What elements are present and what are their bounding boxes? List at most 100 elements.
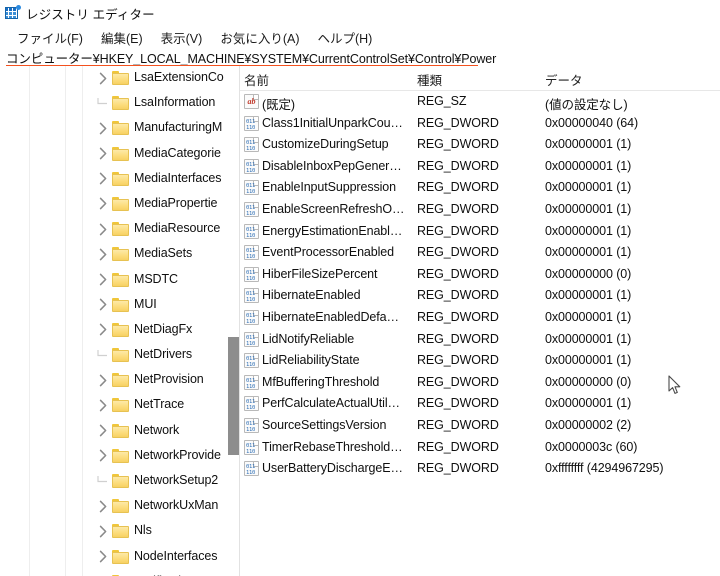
tree-item-label: MediaCategorie bbox=[134, 145, 221, 160]
chevron-right-icon[interactable] bbox=[95, 423, 111, 439]
registry-editor-window: レジストリ エディター ファイル(F) 編集(E) 表示(V) お気に入り(A)… bbox=[0, 0, 720, 576]
chevron-right-icon[interactable] bbox=[95, 397, 111, 413]
column-header-data[interactable]: データ bbox=[545, 70, 583, 89]
tree-item-label: MSDTC bbox=[134, 271, 178, 286]
table-row[interactable]: 011 110 LidReliabilityState REG_DWORD 0x0000… bbox=[240, 350, 720, 372]
table-row[interactable]: 011 110 UserBatteryDischargeE… REG_DWORD 0xf… bbox=[240, 458, 720, 480]
chevron-right-icon[interactable] bbox=[95, 549, 111, 565]
chevron-right-icon[interactable] bbox=[95, 322, 111, 338]
value-data-cell: 0xffffffff (4294967295) bbox=[545, 461, 664, 476]
column-header-type[interactable]: 種類 bbox=[417, 70, 442, 89]
table-row[interactable]: 011 110 TimerRebaseThreshold… REG_DWORD 0x00… bbox=[240, 437, 720, 459]
tree-item-mediasets[interactable]: MediaSets bbox=[0, 242, 238, 267]
reg-dword-icon: 011 110 bbox=[244, 309, 259, 325]
value-name-cell: HibernateEnabledDefa… bbox=[262, 309, 399, 324]
value-type-cell: REG_DWORD bbox=[417, 180, 499, 195]
chevron-right-icon[interactable] bbox=[95, 146, 111, 162]
tree-item-label: NetDiagFx bbox=[134, 321, 193, 336]
table-row[interactable]: 011 110 LidNotifyReliable REG_DWORD 0x000000… bbox=[240, 329, 720, 351]
tree-item-network[interactable]: Network bbox=[0, 419, 238, 444]
chevron-right-icon[interactable] bbox=[95, 297, 111, 313]
value-data-cell: 0x00000001 (1) bbox=[545, 158, 632, 173]
tree-item-label: NetworkSetup2 bbox=[134, 473, 219, 487]
column-header-name[interactable]: 名前 bbox=[244, 70, 269, 89]
tree-item-netdiagfx[interactable]: NetDiagFx bbox=[0, 318, 238, 343]
registry-editor-icon bbox=[4, 4, 21, 21]
table-row[interactable]: 011 110 CustomizeDuringSetup REG_DWORD 0x000… bbox=[240, 134, 720, 156]
window-title: レジストリ エディター bbox=[26, 7, 155, 22]
table-row[interactable]: 011 110 EnableInputSuppression REG_DWORD 0x0… bbox=[240, 177, 720, 199]
reg-dword-icon: 011 110 bbox=[244, 223, 259, 239]
menu-item-favorites[interactable]: お気に入り(A) bbox=[211, 27, 308, 48]
folder-icon bbox=[112, 96, 129, 111]
tree-item-mediapropertie[interactable]: MediaPropertie bbox=[0, 192, 238, 217]
registry-tree-pane: LsaExtensionCo LsaInformation Manufacturin… bbox=[0, 66, 238, 576]
reg-dword-icon: 011 110 bbox=[244, 245, 259, 261]
tree-item-manufacturingm[interactable]: ManufacturingM bbox=[0, 116, 238, 141]
folder-icon bbox=[112, 196, 129, 211]
tree-item-lsainformation[interactable]: LsaInformation bbox=[0, 91, 238, 116]
chevron-right-icon[interactable] bbox=[95, 171, 111, 187]
chevron-right-icon[interactable] bbox=[95, 448, 111, 464]
table-row[interactable]: 011 110 EnergyEstimationEnabl… REG_DWORD 0x0… bbox=[240, 221, 720, 243]
tree-item-networkprovide[interactable]: NetworkProvide bbox=[0, 444, 238, 469]
chevron-right-icon[interactable] bbox=[95, 120, 111, 136]
reg-dword-icon: 011 110 bbox=[244, 331, 259, 347]
table-row[interactable]: 011 110 EventProcessorEnabled REG_DWORD 0x00… bbox=[240, 242, 720, 264]
value-type-cell: REG_DWORD bbox=[417, 374, 499, 389]
table-row[interactable]: 011 110 SourceSettingsVersion REG_DWORD 0x00… bbox=[240, 415, 720, 437]
tree-item-mediainterfaces[interactable]: MediaInterfaces bbox=[0, 167, 238, 192]
tree-item-lsaextensionco[interactable]: LsaExtensionCo bbox=[0, 66, 238, 91]
menu-item-help[interactable]: ヘルプ(H) bbox=[308, 27, 381, 48]
table-row[interactable]: 011 110 HibernateEnabledDefa… REG_DWORD 0x00… bbox=[240, 307, 720, 329]
tree-item-networksetup2[interactable]: NetworkSetup2 bbox=[0, 469, 238, 494]
scrollbar-thumb[interactable] bbox=[228, 337, 239, 455]
menu-item-edit[interactable]: 編集(E) bbox=[92, 27, 152, 48]
address-bar[interactable]: コンピューター¥HKEY_LOCAL_MACHINE¥SYSTEM¥Curren… bbox=[0, 48, 720, 68]
tree-item-mediacategorie[interactable]: MediaCategorie bbox=[0, 142, 238, 167]
chevron-right-icon[interactable] bbox=[95, 70, 111, 86]
tree-item-netprovision[interactable]: NetProvision bbox=[0, 368, 238, 393]
chevron-right-icon[interactable] bbox=[95, 221, 111, 237]
tree-item-nettrace[interactable]: NetTrace bbox=[0, 393, 238, 418]
chevron-right-icon[interactable] bbox=[95, 246, 111, 262]
tree-item-nodeinterfaces[interactable]: NodeInterfaces bbox=[0, 545, 238, 570]
menu-bar: ファイル(F) 編集(E) 表示(V) お気に入り(A) ヘルプ(H) bbox=[0, 26, 720, 48]
value-type-cell: REG_DWORD bbox=[417, 137, 499, 152]
table-row[interactable]: 011 110 HibernateEnabled REG_DWORD 0x0000000… bbox=[240, 285, 720, 307]
chevron-right-icon[interactable] bbox=[95, 272, 111, 288]
menu-item-file[interactable]: ファイル(F) bbox=[8, 27, 92, 48]
value-data-cell: (値の設定なし) bbox=[545, 98, 628, 112]
value-type-cell: REG_DWORD bbox=[417, 461, 499, 476]
value-data-cell: 0x00000001 (1) bbox=[545, 331, 632, 346]
tree-vertical-scrollbar[interactable] bbox=[226, 66, 239, 576]
table-row[interactable]: 011 110 EnableScreenRefreshO… REG_DWORD 0x00… bbox=[240, 199, 720, 221]
value-type-cell: REG_DWORD bbox=[417, 288, 499, 303]
table-row[interactable]: ab (既定) REG_SZ (値の設定なし) bbox=[240, 91, 720, 113]
tree-item-netdrivers[interactable]: NetDrivers bbox=[0, 343, 238, 368]
folder-icon bbox=[112, 222, 129, 237]
tree-item-mui[interactable]: MUI bbox=[0, 293, 238, 318]
value-type-cell: REG_DWORD bbox=[417, 309, 499, 324]
tree-item-label: MediaInterfaces bbox=[134, 170, 222, 185]
tree-item-mediaresource[interactable]: MediaResource bbox=[0, 217, 238, 242]
table-row[interactable]: 011 110 MfBufferingThreshold REG_DWORD 0x000… bbox=[240, 372, 720, 394]
registry-tree[interactable]: LsaExtensionCo LsaInformation Manufacturin… bbox=[0, 66, 238, 576]
chevron-right-icon[interactable] bbox=[95, 498, 111, 514]
tree-item-msdtc[interactable]: MSDTC bbox=[0, 268, 238, 293]
value-data-cell: 0x00000001 (1) bbox=[545, 137, 632, 152]
table-row[interactable]: 011 110 HiberFileSizePercent REG_DWORD 0x000… bbox=[240, 264, 720, 286]
menu-item-view[interactable]: 表示(V) bbox=[152, 27, 212, 48]
registry-values-list[interactable]: ab (既定) REG_SZ (値の設定なし) 011 110 Class1InitialU… bbox=[240, 91, 720, 480]
value-name-cell: Class1InitialUnparkCou… bbox=[262, 115, 403, 130]
table-row[interactable]: 011 110 DisableInboxPepGener… REG_DWORD 0x00… bbox=[240, 156, 720, 178]
chevron-right-icon[interactable] bbox=[95, 372, 111, 388]
table-row[interactable]: 011 110 PerfCalculateActualUtil… REG_DWORD 0… bbox=[240, 393, 720, 415]
chevron-right-icon[interactable] bbox=[95, 196, 111, 212]
chevron-right-icon[interactable] bbox=[95, 523, 111, 539]
tree-item-notifications[interactable]: Notifications bbox=[0, 570, 238, 576]
tree-item-networkuxman[interactable]: NetworkUxMan bbox=[0, 494, 238, 519]
table-row[interactable]: 011 110 Class1InitialUnparkCou… REG_DWORD 0x… bbox=[240, 113, 720, 135]
tree-item-nls[interactable]: Nls bbox=[0, 519, 238, 544]
tree-item-label: NodeInterfaces bbox=[134, 548, 218, 563]
